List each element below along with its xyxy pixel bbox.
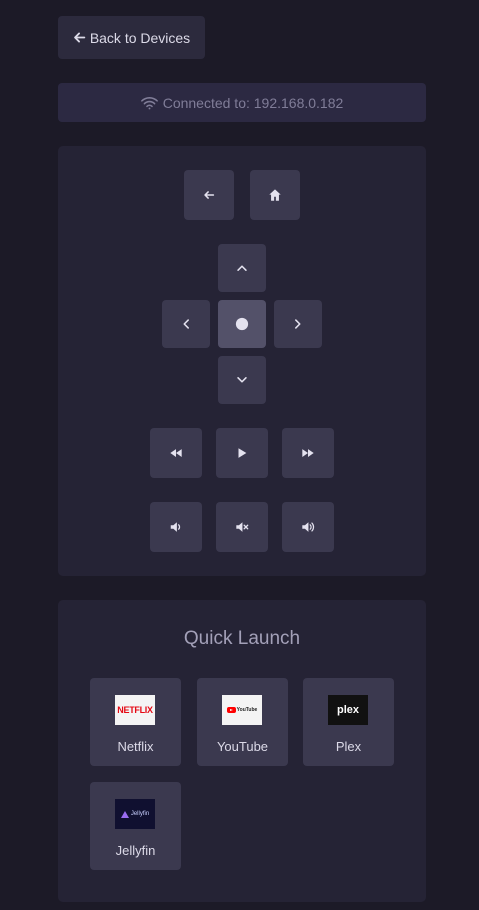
home-icon (269, 189, 281, 201)
volume-mute-icon (236, 522, 249, 532)
rewind-icon (170, 449, 182, 457)
chevron-right-icon (295, 319, 301, 329)
dpad-up-button[interactable] (218, 244, 266, 292)
chevron-down-icon (237, 377, 247, 383)
jellyfin-triangle-icon (120, 810, 129, 818)
circle-icon (235, 317, 249, 331)
chevron-left-icon (183, 319, 189, 329)
jellyfin-logo-text: Jellyfin (130, 811, 150, 817)
play-icon (238, 448, 247, 458)
youtube-play-icon (226, 707, 236, 713)
back-to-devices-button[interactable]: Back to Devices (58, 16, 205, 59)
app-tile-youtube[interactable]: YouTube YouTube (197, 678, 288, 766)
fast-forward-icon (302, 449, 314, 457)
quick-launch-title: Quick Launch (183, 628, 301, 649)
plex-logo: plex (328, 695, 368, 725)
netflix-logo-text: NETFLIX (117, 705, 153, 715)
rewind-button[interactable] (150, 428, 202, 478)
home-button[interactable] (250, 170, 300, 220)
dpad-left-button[interactable] (162, 300, 210, 348)
remote-panel (58, 146, 426, 576)
wifi-icon (140, 96, 158, 109)
arrow-left-icon (204, 191, 215, 199)
app-tile-netflix[interactable]: NETFLIX Netflix (90, 678, 181, 766)
youtube-logo: YouTube (222, 695, 262, 725)
app-label-jellyfin: Jellyfin (115, 843, 156, 858)
back-to-devices-label: Back to Devices (89, 29, 191, 46)
back-button[interactable] (184, 170, 234, 220)
volume-down-icon (170, 522, 181, 532)
plex-logo-text: plex (336, 704, 359, 716)
dpad-right-button[interactable] (274, 300, 322, 348)
dpad-down-button[interactable] (218, 356, 266, 404)
arrow-left-icon (73, 32, 86, 43)
netflix-logo: NETFLIX (115, 695, 155, 725)
youtube-logo-text: YouTube (236, 707, 258, 713)
app-tile-plex[interactable]: plex Plex (303, 678, 394, 766)
app-label-plex: Plex (335, 739, 362, 754)
connection-status: Connected to: 192.168.0.182 (58, 83, 426, 122)
quick-launch-panel: Quick Launch NETFLIX Netflix YouTube You… (58, 600, 426, 902)
dpad-ok-button[interactable] (218, 300, 266, 348)
volume-up-button[interactable] (282, 502, 334, 552)
remote-control-page: Back to Devices Connected to: 192.168.0.… (0, 0, 479, 910)
jellyfin-logo: Jellyfin (115, 799, 155, 829)
connection-text: Connected to: 192.168.0.182 (162, 94, 344, 111)
volume-up-icon (302, 522, 315, 532)
volume-down-button[interactable] (150, 502, 202, 552)
mute-button[interactable] (216, 502, 268, 552)
fast-forward-button[interactable] (282, 428, 334, 478)
play-button[interactable] (216, 428, 268, 478)
app-label-youtube: YouTube (216, 739, 269, 754)
app-tile-jellyfin[interactable]: Jellyfin Jellyfin (90, 782, 181, 870)
app-label-netflix: Netflix (117, 739, 154, 754)
chevron-up-icon (237, 265, 247, 271)
